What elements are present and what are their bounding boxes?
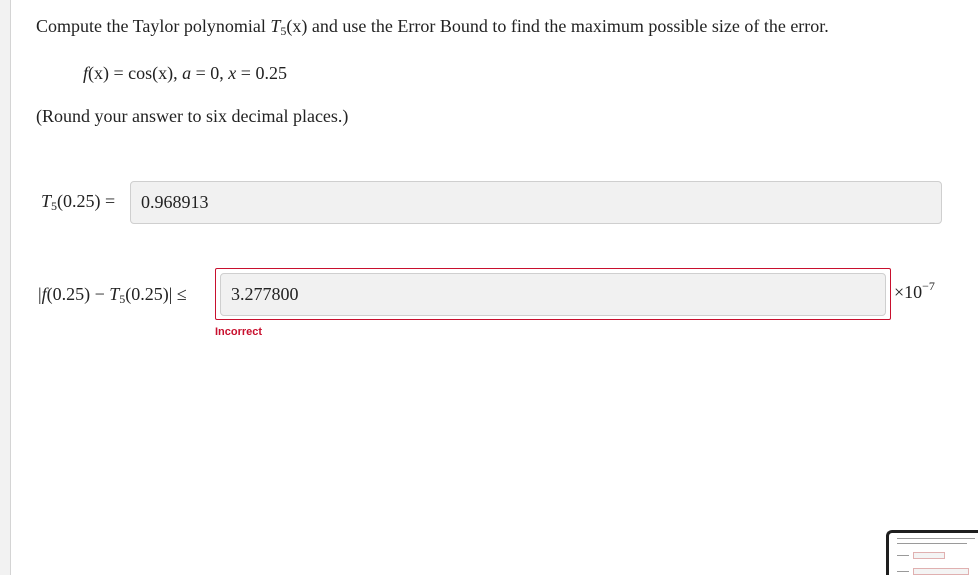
poly-symbol: T <box>270 16 281 36</box>
center-value: = 0, <box>191 63 229 83</box>
incorrect-feedback: Incorrect <box>215 326 263 338</box>
rounding-instruction: (Round your answer to six decimal places… <box>36 106 349 126</box>
thumb-line <box>897 538 975 539</box>
point-value: = 0.25 <box>236 63 287 83</box>
error-mid: (0.25) − <box>46 284 110 304</box>
t5-label-rest: (0.25) = <box>57 191 116 211</box>
t5-symbol: T <box>41 191 52 211</box>
error-t: T <box>109 284 120 304</box>
exponent-power: −7 <box>922 279 935 293</box>
page-thumbnail-preview[interactable] <box>886 530 978 575</box>
question-suffix: and use the Error Bound to find the maxi… <box>307 16 829 36</box>
question-card: Compute the Taylor polynomial T5(x) and … <box>10 0 978 575</box>
question-prefix: Compute the Taylor polynomial <box>36 16 271 36</box>
exponent-prefix: ×10 <box>894 282 923 302</box>
function-rest: (x) = cos(x), <box>88 63 183 83</box>
poly-arg: (x) <box>286 16 308 36</box>
error-bound-label: |f(0.25) − T5(0.25)| ≤ <box>38 284 187 305</box>
scientific-exponent: ×10−7 <box>894 279 935 303</box>
error-end: (0.25)| ≤ <box>125 284 187 304</box>
thumb-line <box>897 543 967 544</box>
t5-answer-value: 0.968913 <box>141 192 209 212</box>
error-bound-input[interactable]: 3.277800 <box>220 273 886 316</box>
function-definition: f(x) = cos(x), a = 0, x = 0.25 <box>83 63 287 84</box>
thumb-line <box>897 555 909 556</box>
thumb-input <box>913 568 969 575</box>
t5-answer-input[interactable]: 0.968913 <box>130 181 942 224</box>
center-a: a <box>182 63 192 83</box>
t5-label: T5(0.25) = <box>41 191 115 212</box>
question-text: Compute the Taylor polynomial T5(x) and … <box>36 16 829 37</box>
error-bound-value: 3.277800 <box>231 284 299 304</box>
thumb-line <box>897 571 909 572</box>
thumb-input <box>913 552 945 559</box>
